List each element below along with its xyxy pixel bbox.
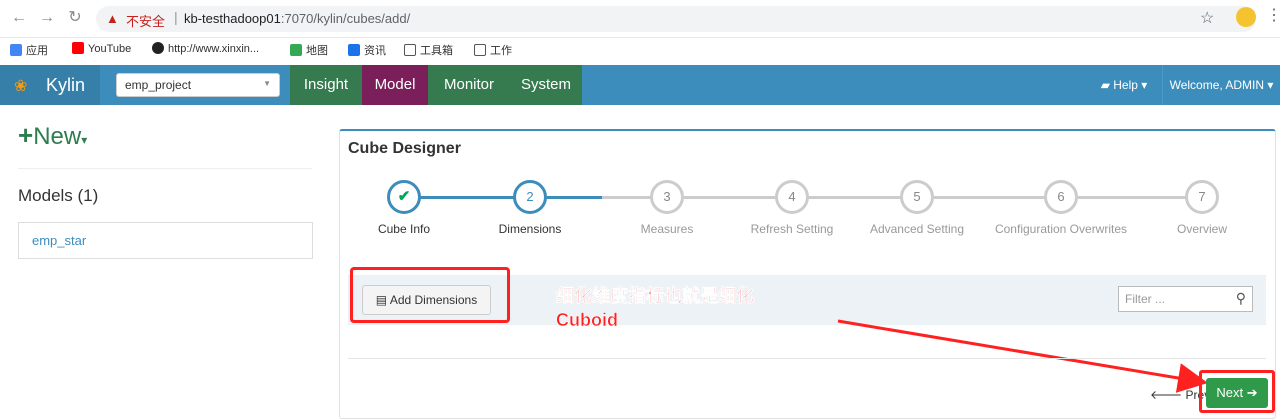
footer-divider [348,358,1266,359]
annotation-arrow [837,319,1208,393]
arrow-left-icon: 🡐 [1150,388,1186,402]
annotation-highlight-next [1199,370,1275,413]
